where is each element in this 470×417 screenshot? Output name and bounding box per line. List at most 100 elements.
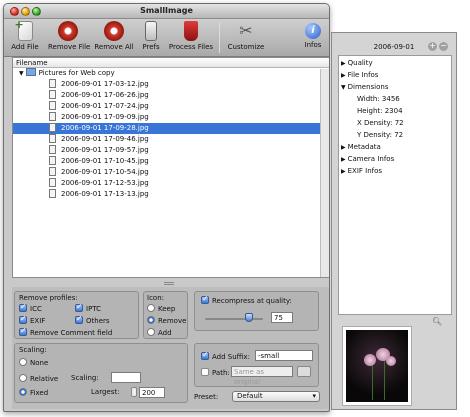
path-checkbox[interactable]: Path: <box>201 368 230 377</box>
largest-stepper[interactable] <box>131 387 137 397</box>
collapse-all-button[interactable]: − <box>439 42 448 51</box>
file-name: 2006-09-01 17-12-53.jpg <box>61 179 149 187</box>
exif-checkbox[interactable]: EXIF <box>19 314 45 325</box>
image-file-icon <box>49 134 56 143</box>
quality-field[interactable]: 75 <box>271 312 293 323</box>
file-list[interactable]: Filename ▼ Pictures for Web copy 2006-09-… <box>12 57 329 278</box>
file-name: 2006-09-01 17-07-24.jpg <box>61 102 149 110</box>
info-section-label: Dimensions <box>347 83 389 91</box>
drawer-title: 2006-09-01 <box>373 43 415 51</box>
disclosure-triangle-icon[interactable]: ▶ <box>341 156 346 163</box>
quality-slider-knob[interactable] <box>244 313 253 322</box>
quality-slider-track[interactable] <box>205 318 263 320</box>
image-file-icon <box>49 101 56 110</box>
icon-remove-radio[interactable]: Remove <box>147 316 186 325</box>
file-row[interactable]: 2006-09-01 17-09-46.jpg <box>13 134 329 145</box>
icon-add-radio[interactable]: Add <box>147 328 172 337</box>
remove-file-icon <box>58 21 78 41</box>
info-drawer: 2006-09-01 + − ▶ Quality ▶ File Infos ▼ Dimen… <box>331 32 457 410</box>
largest-field[interactable]: 200 <box>139 387 165 398</box>
file-row[interactable]: 2006-09-01 17-10-45.jpg <box>13 156 329 167</box>
icon-keep-radio[interactable]: Keep <box>147 304 175 313</box>
file-row[interactable]: 2006-09-01 17-09-09.jpg <box>13 112 329 123</box>
info-section-label: EXIF Infos <box>347 167 383 175</box>
info-section[interactable]: ▶ Quality <box>339 57 451 69</box>
info-section[interactable]: ▶ Camera Infos <box>339 153 451 165</box>
folder-icon <box>25 68 36 76</box>
others-checkbox[interactable]: Others <box>75 314 110 325</box>
file-row[interactable]: 2006-09-01 17-09-28.jpg <box>13 123 329 134</box>
file-name: 2006-09-01 17-09-09.jpg <box>61 113 149 121</box>
prefs-icon <box>145 21 157 41</box>
dimension-xdensity: X Density: 72 <box>357 119 404 127</box>
file-name: 2006-09-01 17-13-13.jpg <box>61 190 149 198</box>
scaling-relative-radio[interactable]: Relative <box>19 374 58 383</box>
remove-file-button[interactable]: Remove File <box>48 21 90 51</box>
scaling-fixed-radio[interactable]: Fixed <box>19 388 48 397</box>
icc-checkbox[interactable]: ICC <box>19 302 42 313</box>
process-files-button[interactable]: Process Files <box>168 21 214 51</box>
disclosure-triangle-icon[interactable]: ▶ <box>341 60 346 67</box>
remove-all-button[interactable]: Remove All <box>94 21 134 51</box>
largest-label: Largest: <box>91 388 120 396</box>
file-row[interactable]: 2006-09-01 17-07-24.jpg <box>13 101 329 112</box>
file-row[interactable]: 2006-09-01 17-06-26.jpg <box>13 90 329 101</box>
info-section-label: Quality <box>347 59 373 67</box>
disclosure-triangle-icon[interactable]: ▶ <box>341 168 346 175</box>
recompress-checkbox[interactable]: Recompress at quality: <box>201 294 292 305</box>
icon-group: Icon: Keep Remove Add <box>143 291 188 339</box>
settings-panel: Remove profiles: ICC IPTC EXIF Others Re… <box>12 287 329 409</box>
flower-photo <box>346 330 408 402</box>
file-name: 2006-09-01 17-09-57.jpg <box>61 146 149 154</box>
add-file-button[interactable]: + Add File <box>10 18 40 51</box>
file-name: 2006-09-01 17-10-54.jpg <box>61 168 149 176</box>
folder-row[interactable]: ▼ Pictures for Web copy <box>13 68 329 79</box>
scaling-value-field[interactable] <box>111 372 141 383</box>
prefs-button[interactable]: Prefs <box>140 21 162 51</box>
file-row[interactable]: 2006-09-01 17-12-53.jpg <box>13 178 329 189</box>
info-section[interactable]: ▶ File Infos <box>339 69 451 81</box>
scaling-none-radio[interactable]: None <box>19 358 48 367</box>
image-file-icon <box>49 178 56 187</box>
disclosure-triangle-icon[interactable]: ▼ <box>19 68 24 79</box>
zoom-icon[interactable]: 🔍︎ <box>432 317 442 326</box>
image-file-icon <box>49 189 56 198</box>
info-section[interactable]: ▼ Dimensions <box>339 81 451 93</box>
file-row[interactable]: 2006-09-01 17-10-54.jpg <box>13 167 329 178</box>
file-row[interactable]: 2006-09-01 17-03-12.jpg <box>13 79 329 90</box>
customize-button[interactable]: ✂ Customize <box>226 21 266 51</box>
scaling-value-label: Scaling: <box>71 374 99 382</box>
column-header-filename[interactable]: Filename <box>13 58 329 68</box>
add-suffix-checkbox[interactable]: Add Suffix: <box>201 350 250 361</box>
process-files-icon <box>184 21 198 41</box>
info-section[interactable]: ▶ EXIF Infos <box>339 165 451 177</box>
iptc-checkbox[interactable]: IPTC <box>75 302 101 313</box>
preset-popup[interactable]: Default <box>232 391 320 402</box>
remove-comment-checkbox[interactable]: Remove Comment field <box>19 326 112 337</box>
info-outline[interactable]: ▶ Quality ▶ File Infos ▼ Dimensions Width: 345… <box>338 55 452 315</box>
disclosure-triangle-icon[interactable]: ▼ <box>341 84 346 91</box>
choose-folder-button[interactable] <box>297 366 311 377</box>
image-file-icon <box>49 167 56 176</box>
disclosure-triangle-icon[interactable]: ▶ <box>341 144 346 151</box>
file-name: 2006-09-01 17-09-46.jpg <box>61 135 149 143</box>
disclosure-triangle-icon[interactable]: ▶ <box>341 72 346 79</box>
image-file-icon <box>49 112 56 121</box>
split-view-handle[interactable] <box>164 282 174 285</box>
info-section[interactable]: ▶ Metadata <box>339 141 451 153</box>
title-bar[interactable]: SmallImage <box>4 4 329 19</box>
window-title: SmallImage <box>140 6 193 15</box>
image-file-icon <box>49 145 56 154</box>
path-field[interactable]: Same as original <box>231 366 293 386</box>
suffix-field[interactable]: -small <box>255 350 313 361</box>
file-name: 2006-09-01 17-10-45.jpg <box>61 157 149 165</box>
add-file-icon: + <box>15 18 33 41</box>
file-rows: 2006-09-01 17-03-12.jpg 2006-09-01 17-06-… <box>13 79 329 200</box>
expand-all-button[interactable]: + <box>428 42 437 51</box>
dimension-height: Height: 2304 <box>357 107 403 115</box>
info-section-label: File Infos <box>347 71 379 79</box>
file-row[interactable]: 2006-09-01 17-09-57.jpg <box>13 145 329 156</box>
file-row[interactable]: 2006-09-01 17-13-13.jpg <box>13 189 329 200</box>
vertical-scrollbar[interactable] <box>320 69 329 277</box>
infos-button[interactable]: i Infos <box>300 21 326 49</box>
